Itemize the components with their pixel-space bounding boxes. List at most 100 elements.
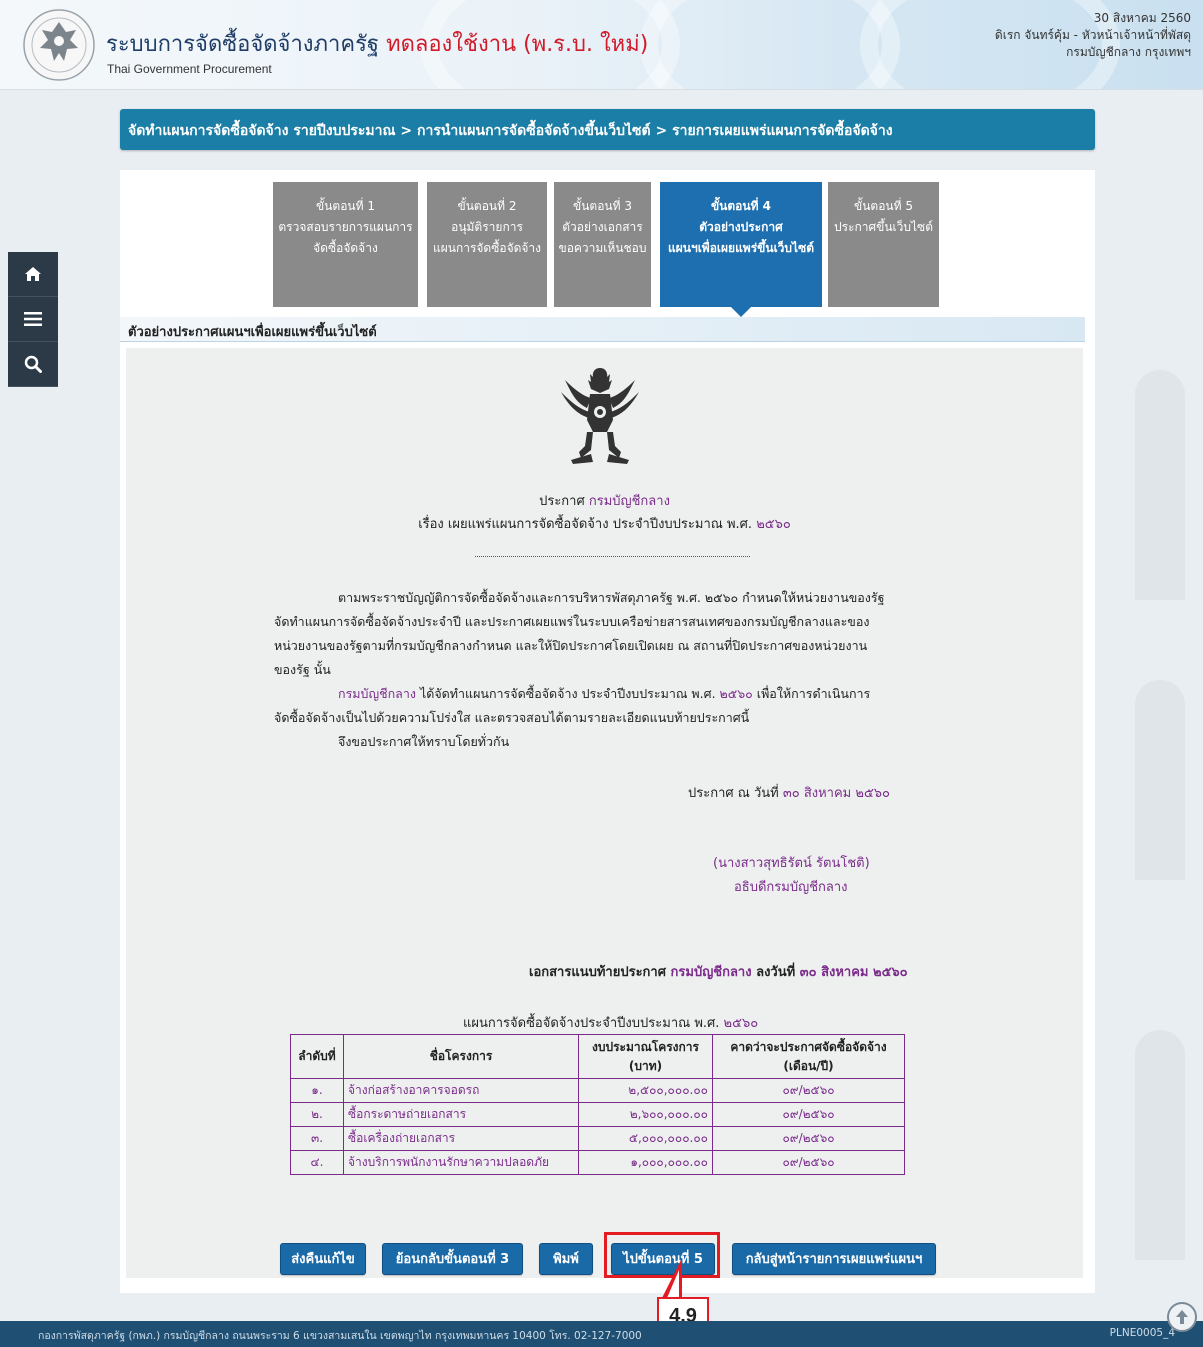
cell-budget: ๒,๕๐๐,๐๐๐.๐๐ xyxy=(578,1078,713,1103)
subject-year: ๒๕๖๐ xyxy=(756,517,791,532)
step-3-tab[interactable]: ขั้นตอนที่ 3 ตัวอย่างเอกสาร ขอความเห็นชอ… xyxy=(554,182,651,307)
trial-label: ทดลองใช้งาน (พ.ร.บ. ใหม่) xyxy=(386,32,649,57)
cell-no: ๓. xyxy=(290,1126,344,1151)
paragraph-2-text-end: เพื่อให้การดำเนินการ xyxy=(756,686,871,701)
table-row: ๔. จ้างบริการพนักงานรักษาความปลอดภัย ๑,๐… xyxy=(290,1150,905,1175)
paragraph-1-line-2: จัดทำแผนการจัดซื้อจัดจ้างประจำปี และประก… xyxy=(274,614,870,629)
left-nav xyxy=(8,252,58,387)
cell-expected: ๐๙/๒๕๖๐ xyxy=(712,1102,905,1127)
user-name[interactable]: ดิเรก จันทร์คุ้ม - หัวหน้าเจ้าหน้าที่พัส… xyxy=(995,27,1191,44)
signer-title: อธิบดีกรมบัญชีกลาง xyxy=(734,880,848,895)
plan-table: ลำดับที่ ชื่อโครงการ งบประมาณโครงการ (บา… xyxy=(290,1034,905,1175)
breadcrumb: จัดทำแผนการจัดซื้อจัดจ้าง รายปีงบประมาณ … xyxy=(120,109,1095,150)
home-icon xyxy=(25,267,41,281)
cell-budget: ๑,๐๐๐,๐๐๐.๐๐ xyxy=(578,1150,713,1175)
announcement-subject: เรื่อง เผยแพร่แผนการจัดซื้อจัดจ้าง ประจำ… xyxy=(126,513,1083,534)
cell-name: จ้างบริการพนักงานรักษาความปลอดภัย xyxy=(343,1150,579,1175)
step-1-tab[interactable]: ขั้นตอนที่ 1 ตรวจสอบรายการแผนการ จัดซื้อ… xyxy=(273,182,418,307)
table-row: ๓. ซื้อเครื่องถ่ายเอกสาร ๕,๐๐๐,๐๐๐.๐๐ ๐๙… xyxy=(290,1126,905,1151)
system-subtitle: Thai Government Procurement xyxy=(107,62,272,76)
step-2-tab[interactable]: ขั้นตอนที่ 2 อนุมัติรายการ แผนการจัดซื้อ… xyxy=(427,182,547,307)
subject-text: เรื่อง เผยแพร่แผนการจัดซื้อจัดจ้าง ประจำ… xyxy=(418,517,753,532)
paragraph-2-text: ได้จัดทำแผนการจัดซื้อจัดจ้าง ประจำปีงบปร… xyxy=(419,686,716,701)
back-to-list-button[interactable]: กลับสู่หน้ารายการเผยแพร่แผนฯ xyxy=(732,1243,936,1275)
column-header-expected: คาดว่าจะประกาศจัดซื้อจัดจ้าง (เดือน/ปี) xyxy=(712,1034,905,1079)
garuda-emblem xyxy=(561,368,639,464)
back-step-3-button[interactable]: ย้อนกลับขั้นตอนที่ 3 xyxy=(382,1243,523,1275)
home-button[interactable] xyxy=(8,252,58,297)
step-label: แผนการจัดซื้อจัดจ้าง xyxy=(432,241,542,255)
date-prefix: ประกาศ ณ วันที่ xyxy=(688,786,779,801)
page-code: PLNE0005_4 xyxy=(1109,1327,1175,1339)
footer-address: กองการพัสดุภาครัฐ (กพภ.) กรมบัญชีกลาง ถน… xyxy=(38,1330,642,1342)
callout-pointer-fill xyxy=(667,1270,679,1298)
cell-budget: ๒,๖๐๐,๐๐๐.๐๐ xyxy=(578,1102,713,1127)
table-row: ๑. จ้างก่อสร้างอาคารจอดรถ ๒,๕๐๐,๐๐๐.๐๐ ๐… xyxy=(290,1078,905,1103)
attachment-heading: เอกสารแนบท้ายประกาศ กรมบัญชีกลาง ลงวันที… xyxy=(529,961,908,982)
step-title: ขั้นตอนที่ 1 xyxy=(316,199,375,213)
scroll-to-top-button[interactable] xyxy=(1167,1302,1197,1332)
paragraph-1-line-4: ของรัฐ นั้น xyxy=(274,662,331,677)
dotted-divider xyxy=(475,556,750,557)
budget-header-line-2: (บาท) xyxy=(628,1058,663,1073)
date-value: ๓๐ สิงหาคม ๒๕๖๐ xyxy=(782,786,890,801)
plan-table-title: แผนการจัดซื้อจัดจ้างประจำปีงบประมาณ พ.ศ.… xyxy=(463,1012,758,1033)
background-decoration xyxy=(1135,680,1185,880)
step-label: ขอความเห็นชอบ xyxy=(558,241,647,255)
system-title: ระบบการจัดซื้อจัดจ้างภาครัฐ ทดลองใช้งาน … xyxy=(106,26,648,61)
plan-table-year: ๒๕๖๐ xyxy=(723,1016,759,1031)
paragraph-1-line-3: หน่วยงานของรัฐตามที่กรมบัญชีกลางกำหนด แล… xyxy=(274,638,868,653)
cell-expected: ๐๙/๒๕๖๐ xyxy=(712,1150,905,1175)
step-label: อนุมัติรายการ xyxy=(451,220,523,234)
cell-name: จ้างก่อสร้างอาคารจอดรถ xyxy=(343,1078,579,1103)
footer: กองการพัสดุภาครัฐ (กพภ.) กรมบัญชีกลาง ถน… xyxy=(0,1321,1203,1347)
paragraph-1-line-1: ตามพระราชบัญญัติการจัดซื้อจัดจ้างและการบ… xyxy=(338,590,885,605)
agency-name: กรมบัญชีกลาง xyxy=(588,494,670,509)
background-decoration xyxy=(1135,370,1185,600)
cell-budget: ๕,๐๐๐,๐๐๐.๐๐ xyxy=(578,1126,713,1151)
current-date: 30 สิงหาคม 2560 xyxy=(1093,11,1191,25)
plan-table-title-text: แผนการจัดซื้อจัดจ้างประจำปีงบประมาณ พ.ศ. xyxy=(463,1016,720,1031)
step-label: ตรวจสอบรายการแผนการ xyxy=(278,220,413,234)
print-button[interactable]: พิมพ์ xyxy=(539,1243,593,1275)
system-title-text: ระบบการจัดซื้อจัดจ้างภาครัฐ xyxy=(106,32,380,57)
attachment-prefix: เอกสารแนบท้ายประกาศ xyxy=(529,965,666,980)
menu-icon xyxy=(24,312,42,326)
step-label: จัดซื้อจัดจ้าง xyxy=(313,241,378,255)
step-5-tab[interactable]: ขั้นตอนที่ 5 ประกาศขึ้นเว็บไซต์ xyxy=(828,182,939,307)
paragraph-2-year: ๒๕๖๐ xyxy=(719,686,753,701)
attachment-agency: กรมบัญชีกลาง xyxy=(670,965,752,980)
expected-header-line-1: คาดว่าจะประกาศจัดซื้อจัดจ้าง xyxy=(730,1039,887,1054)
search-icon xyxy=(24,355,42,373)
table-header-row: ลำดับที่ ชื่อโครงการ งบประมาณโครงการ (บา… xyxy=(290,1034,905,1079)
column-header-name: ชื่อโครงการ xyxy=(343,1034,579,1079)
column-header-no: ลำดับที่ xyxy=(290,1034,344,1079)
background-decoration xyxy=(1135,1030,1185,1260)
column-header-budget: งบประมาณโครงการ (บาท) xyxy=(578,1034,713,1079)
return-edit-button[interactable]: ส่งคืนแก้ไข xyxy=(280,1243,366,1275)
cell-no: ๔. xyxy=(290,1150,344,1175)
step-label: ตัวอย่างเอกสาร xyxy=(562,220,643,234)
menu-button[interactable] xyxy=(8,297,58,342)
step-label: ประกาศขึ้นเว็บไซต์ xyxy=(834,220,933,234)
user-info: 30 สิงหาคม 2560 ดิเรก จันทร์คุ้ม - หัวหน… xyxy=(995,10,1191,61)
attachment-date: ๓๐ สิงหาคม ๒๕๖๐ xyxy=(799,965,908,980)
step-label: ตัวอย่างประกาศ xyxy=(699,220,783,234)
paragraph-2-line-1: กรมบัญชีกลาง ได้จัดทำแผนการจัดซื้อจัดจ้า… xyxy=(338,684,870,704)
announcement-preview: ประกาศ กรมบัญชีกลาง เรื่อง เผยแพร่แผนการ… xyxy=(126,348,1083,1278)
active-step-arrow xyxy=(731,307,751,317)
step-title: ขั้นตอนที่ 4 xyxy=(710,199,772,213)
search-button[interactable] xyxy=(8,342,58,387)
table-row: ๒. ซื้อกระดาษถ่ายเอกสาร ๒,๖๐๐,๐๐๐.๐๐ ๐๙/… xyxy=(290,1102,905,1127)
section-title: ตัวอย่างประกาศแผนฯเพื่อเผยแพร่ขึ้นเว็บไซ… xyxy=(120,317,1085,342)
step-label: แผนฯเพื่อเผยแพร่ขึ้นเว็บไซต์ xyxy=(667,241,814,255)
agency-logo xyxy=(23,9,95,81)
step-4-tab[interactable]: ขั้นตอนที่ 4 ตัวอย่างประกาศ แผนฯเพื่อเผย… xyxy=(660,182,822,317)
announcement-prefix: ประกาศ xyxy=(539,494,585,509)
arrow-up-icon xyxy=(1176,1310,1188,1324)
paragraph-3: จึงขอประกาศให้ทราบโดยทั่วกัน xyxy=(338,734,510,749)
announcement-heading: ประกาศ กรมบัญชีกลาง xyxy=(126,490,1083,511)
cell-name: ซื้อเครื่องถ่ายเอกสาร xyxy=(343,1126,579,1151)
top-header: ระบบการจัดซื้อจัดจ้างภาครัฐ ทดลองใช้งาน … xyxy=(0,0,1203,90)
content-panel: ขั้นตอนที่ 1 ตรวจสอบรายการแผนการ จัดซื้อ… xyxy=(120,170,1095,1293)
